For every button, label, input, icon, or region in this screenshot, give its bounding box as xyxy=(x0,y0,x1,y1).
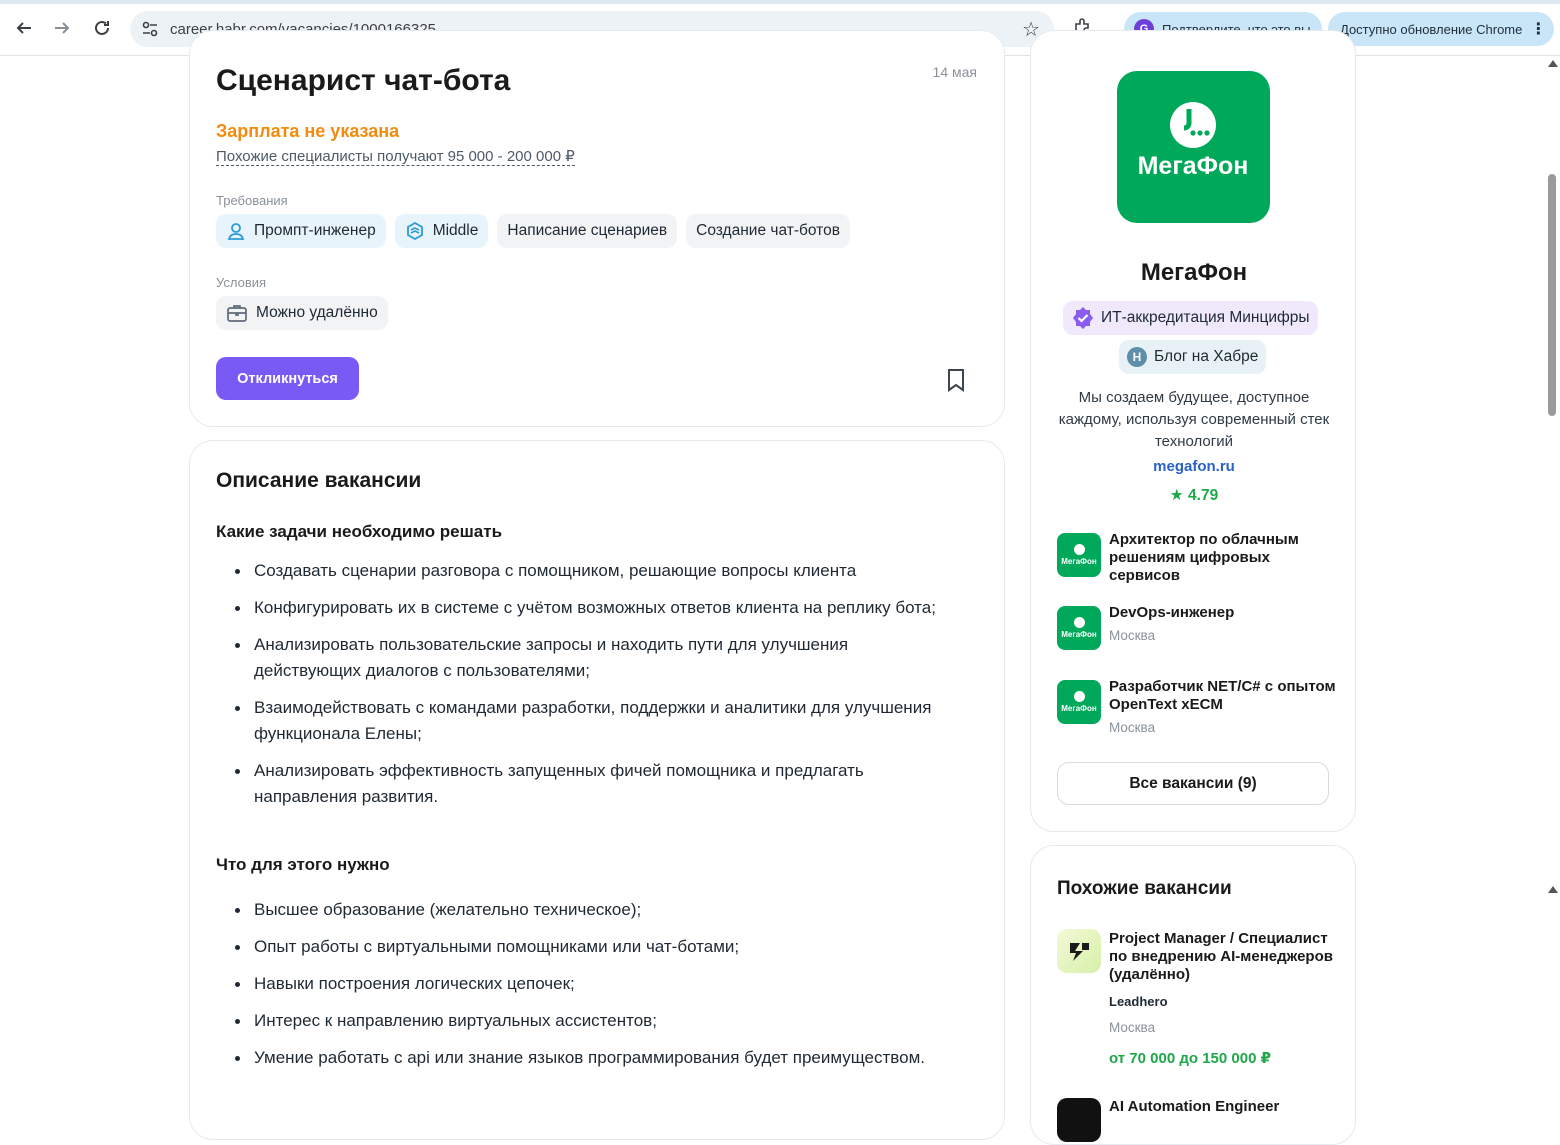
back-button[interactable] xyxy=(10,14,38,42)
tag-label: Промпт-инженер xyxy=(254,222,376,239)
scroll-thumb[interactable] xyxy=(1548,174,1556,416)
tag-label: Создание чат-ботов xyxy=(696,222,840,239)
salary-hint-link[interactable]: Похожие специалисты получают 95 000 - 20… xyxy=(216,147,575,166)
chrome-update-button[interactable]: Доступно обновление Chrome ⋮ xyxy=(1328,12,1554,46)
similar-vacancies-card: Похожие вакансии Project Manager / Специ… xyxy=(1030,845,1356,1145)
blog-label: Блог на Хабре xyxy=(1154,348,1259,365)
level-icon xyxy=(405,221,425,241)
arrow-left-icon xyxy=(16,22,31,34)
rating-value: 4.79 xyxy=(1188,487,1219,504)
blog-badge[interactable]: H Блог на Хабре xyxy=(1119,340,1267,374)
more-menu-icon[interactable]: ⋮ xyxy=(1530,19,1546,39)
company-job-item[interactable]: МегаФон Архитектор по облачным решениям … xyxy=(1057,531,1347,593)
megafon-logo-icon: МегаФон xyxy=(1138,102,1249,180)
job-title[interactable]: DevOps-инженер xyxy=(1109,604,1339,622)
svg-text:МегаФон: МегаФон xyxy=(1138,152,1249,180)
list-item: Взаимодействовать с командами разработки… xyxy=(216,695,956,747)
salary-text: Зарплата не указана xyxy=(216,121,400,141)
description-heading: Описание вакансии xyxy=(216,469,422,492)
list-item: Высшее образование (желательно техническ… xyxy=(216,897,956,923)
forward-button[interactable] xyxy=(48,14,76,42)
list-item: Конфигурировать их в системе с учётом во… xyxy=(216,595,956,621)
needs-list: Высшее образование (желательно техническ… xyxy=(216,897,956,1071)
company-rating[interactable]: ★ 4.79 xyxy=(1031,486,1357,505)
similar-job-title[interactable]: Project Manager / Специалист по внедрени… xyxy=(1109,930,1339,984)
site-settings-icon[interactable] xyxy=(140,19,160,39)
vacancy-title: Сценарист чат-бота xyxy=(216,64,511,97)
conditions-tags: Можно удалённо xyxy=(216,296,388,330)
arrow-right-icon xyxy=(55,22,70,34)
tag-chatbot-creation[interactable]: Создание чат-ботов xyxy=(686,214,850,248)
bookmark-icon[interactable] xyxy=(946,368,966,392)
tasks-heading: Какие задачи необходимо решать xyxy=(216,522,503,541)
scroll-up-arrow-icon[interactable] xyxy=(1548,60,1558,67)
job-title[interactable]: Архитектор по облачным решениям цифровых… xyxy=(1109,531,1339,585)
update-label: Доступно обновление Chrome xyxy=(1340,21,1523,37)
megafon-small-logo-icon: МегаФон xyxy=(1057,680,1101,724)
conditions-label: Условия xyxy=(216,275,267,290)
job-city: Москва xyxy=(1109,628,1156,643)
reload-icon xyxy=(95,20,109,35)
list-item: Опыт работы с виртуальными помощниками и… xyxy=(216,934,956,960)
page-scrollbar[interactable] xyxy=(1544,56,1560,1114)
requirements-tags: Промпт-инженер Middle Написание сценарие… xyxy=(216,214,850,248)
tag-middle[interactable]: Middle xyxy=(394,214,489,248)
vacancy-card: Сценарист чат-бота 14 мая Зарплата не ук… xyxy=(189,30,1005,427)
tag-label: Можно удалённо xyxy=(256,304,378,321)
accreditation-badge[interactable]: ИТ-аккредитация Минцифры xyxy=(1063,301,1318,335)
megafon-small-logo-icon: МегаФон xyxy=(1057,533,1101,577)
company-name[interactable]: МегаФон xyxy=(1031,259,1357,287)
verified-icon xyxy=(1073,307,1093,329)
star-icon: ★ xyxy=(1169,487,1184,504)
company-logo[interactable]: МегаФон xyxy=(1117,71,1270,223)
all-vacancies-button[interactable]: Все вакансии (9) xyxy=(1057,762,1329,805)
company-job-item[interactable]: МегаФон DevOps-инженер Москва xyxy=(1057,604,1347,656)
list-item: Анализировать эффективность запущенных ф… xyxy=(216,758,956,810)
tag-script-writing[interactable]: Написание сценариев xyxy=(497,214,678,248)
needs-heading: Что для этого нужно xyxy=(216,855,390,874)
tasks-list: Создавать сценарии разговора с помощнико… xyxy=(216,558,956,810)
list-item: Создавать сценарии разговора с помощнико… xyxy=(216,558,956,584)
requirements-label: Требования xyxy=(216,193,288,208)
company-job-item[interactable]: МегаФон Разработчик NET/C# с опытом Open… xyxy=(1057,678,1347,740)
tag-label: Написание сценариев xyxy=(507,222,668,239)
job-title[interactable]: Разработчик NET/C# с опытом OpenText xEC… xyxy=(1109,678,1339,714)
similar-job-salary: от 70 000 до 150 000 ₽ xyxy=(1109,1050,1272,1067)
tag-label: Middle xyxy=(432,222,479,239)
leadhero-logo-icon[interactable] xyxy=(1057,929,1101,973)
job-city: Москва xyxy=(1109,720,1156,735)
similar-job-logo-icon[interactable] xyxy=(1057,1098,1101,1142)
accreditation-label: ИТ-аккредитация Минцифры xyxy=(1101,309,1310,326)
list-item: Интерес к направлению виртуальных ассист… xyxy=(216,1008,956,1034)
briefcase-icon xyxy=(226,303,248,323)
company-card: МегаФон МегаФон ИТ-аккредитация Минцифры… xyxy=(1030,30,1356,832)
habr-icon: H xyxy=(1127,347,1147,367)
tab-strip-edge xyxy=(0,0,1560,4)
list-item: Умение работать с api или знание языков … xyxy=(216,1045,956,1071)
similar-job-title[interactable]: AI Automation Engineer xyxy=(1109,1098,1339,1116)
tag-prompt-engineer[interactable]: Промпт-инженер xyxy=(216,214,386,248)
similar-job-company[interactable]: Leadhero xyxy=(1109,994,1168,1009)
vacancy-date: 14 мая xyxy=(932,64,977,80)
person-icon xyxy=(226,221,246,241)
apply-button[interactable]: Откликнуться xyxy=(216,357,359,400)
description-card: Описание вакансии Какие задачи необходим… xyxy=(189,440,1005,1140)
reload-button[interactable] xyxy=(88,14,116,42)
scroll-up-arrow-icon[interactable] xyxy=(1548,886,1558,893)
company-site-link[interactable]: megafon.ru xyxy=(1031,458,1357,475)
similar-heading: Похожие вакансии xyxy=(1057,878,1232,899)
tag-remote[interactable]: Можно удалённо xyxy=(216,296,388,330)
list-item: Анализировать пользовательские запросы и… xyxy=(216,632,956,684)
list-item: Навыки построения логических цепочек; xyxy=(216,971,956,997)
company-description: Мы создаем будущее, доступное каждому, и… xyxy=(1058,389,1330,450)
megafon-small-logo-icon: МегаФон xyxy=(1057,606,1101,650)
similar-job-city: Москва xyxy=(1109,1020,1156,1035)
